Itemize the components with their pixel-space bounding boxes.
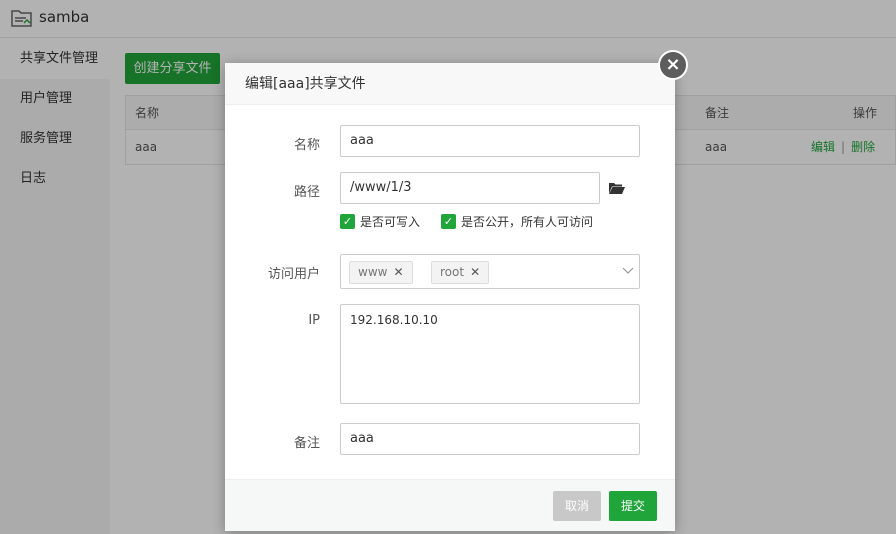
users-label: 访问用户 — [267, 267, 320, 282]
user-tag-label: root — [440, 265, 465, 279]
user-tag-root: root ✕ — [431, 261, 490, 284]
dialog-title: 编辑[aaa]共享文件 — [225, 63, 675, 105]
path-label: 路径 — [293, 185, 320, 200]
dialog-footer: 取消 提交 — [225, 479, 675, 531]
user-tag-www: www ✕ — [349, 261, 413, 284]
remark-label: 备注 — [293, 436, 320, 451]
writable-label: 是否可写入 — [360, 215, 421, 229]
ip-label: IP — [308, 313, 320, 328]
user-tag-label: www — [358, 265, 388, 279]
writable-checkbox[interactable]: ✓ 是否可写入 — [340, 213, 420, 230]
name-input[interactable]: aaa — [340, 125, 640, 157]
x-icon[interactable]: ✕ — [470, 265, 480, 279]
remark-input[interactable]: aaa — [340, 423, 640, 455]
submit-button[interactable]: 提交 — [609, 491, 657, 521]
chevron-down-icon[interactable] — [622, 267, 634, 275]
name-label: 名称 — [293, 138, 320, 153]
public-label: 是否公开，所有人可访问 — [461, 215, 594, 229]
checkmark-icon: ✓ — [441, 214, 456, 229]
public-checkbox[interactable]: ✓ 是否公开，所有人可访问 — [441, 213, 593, 230]
path-input[interactable]: /www/1/3 — [340, 172, 600, 204]
folder-open-icon[interactable] — [609, 181, 625, 195]
users-select[interactable]: www ✕ root ✕ — [340, 254, 640, 289]
x-icon[interactable]: ✕ — [393, 265, 403, 279]
edit-share-dialog: 编辑[aaa]共享文件 名称 aaa 路径 /www/1/3 ✓ 是否可写入 ✓… — [225, 63, 675, 531]
close-icon[interactable]: × — [658, 50, 688, 80]
ip-textarea[interactable]: 192.168.10.10 — [340, 304, 640, 404]
checkmark-icon: ✓ — [340, 214, 355, 229]
cancel-button[interactable]: 取消 — [553, 491, 601, 521]
